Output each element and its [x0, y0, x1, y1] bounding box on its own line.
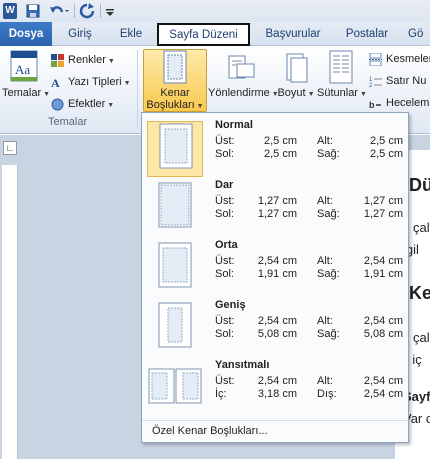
- hyphenation-icon: b: [369, 100, 381, 110]
- margin-normal-icon: [159, 123, 193, 169]
- margin-row: Üst: 2,54 cm Alt: 2,54 cm: [215, 315, 403, 327]
- columns-label: Sütunlar ▼: [317, 87, 367, 99]
- margin-row: Sol: 1,27 cm Sağ: 1,27 cm: [215, 208, 403, 220]
- margin-preview: [147, 301, 203, 357]
- line-numbers-icon: 12: [369, 77, 382, 88]
- colors-button[interactable]: Renkler ▼: [51, 51, 115, 69]
- custom-margins-item[interactable]: Özel Kenar Boşlukları...: [142, 420, 408, 442]
- margin-row: İç: 3,18 cm Dış: 2,54 cm: [215, 388, 403, 400]
- toolbar-separator: [100, 4, 101, 18]
- themes-label: Temalar ▼: [2, 87, 51, 99]
- save-icon[interactable]: [26, 3, 40, 19]
- margin-moderate-icon: [158, 242, 192, 288]
- margin-preview: [147, 361, 203, 417]
- hyphenation-button[interactable]: b Hecelem: [369, 94, 429, 112]
- svg-text:Aa: Aa: [15, 62, 30, 77]
- word-app-icon[interactable]: W: [3, 3, 17, 19]
- tab-page-layout[interactable]: Sayfa Düzeni: [157, 23, 250, 46]
- margins-label-line1: Kenar: [160, 87, 190, 99]
- vertical-ruler[interactable]: [2, 165, 18, 459]
- svg-text:b: b: [369, 100, 375, 110]
- colors-icon: [51, 53, 64, 67]
- margin-narrow-icon: [158, 182, 192, 228]
- breaks-button[interactable]: Kesmeler: [369, 50, 430, 68]
- margin-option-moderate[interactable]: Orta Üst: 2,54 cm Alt: 2,54 cm Sol: 1,91 cm S…: [144, 237, 406, 297]
- doc-heading-1: Dü: [409, 175, 430, 195]
- margins-label-line2: Boşlukları ▼: [146, 99, 204, 111]
- group-separator: [137, 50, 138, 128]
- margin-wide-icon: [158, 302, 192, 348]
- margin-row: Üst: 2,54 cm Alt: 2,54 cm: [215, 255, 403, 267]
- size-button[interactable]: Boyut ▼: [276, 50, 316, 99]
- doc-heading-2: Ke: [409, 283, 430, 303]
- columns-icon: [329, 50, 353, 84]
- tab-mailings[interactable]: Postalar: [341, 22, 393, 46]
- tab-file[interactable]: Dosya: [0, 22, 52, 46]
- customize-toolbar-icon[interactable]: [105, 3, 115, 19]
- margin-row: Sol: 1,91 cm Sağ: 1,91 cm: [215, 268, 403, 280]
- margin-row: Üst: 2,54 cm Alt: 2,54 cm: [215, 375, 403, 387]
- margin-option-mirrored[interactable]: Yansıtmalı Üst: 2,54 cm Alt: 2,54 cm İç: 3,1…: [144, 357, 406, 417]
- orientation-button[interactable]: Yönlendirme ▼: [208, 50, 279, 99]
- margin-preview: [147, 241, 203, 297]
- margin-row: Üst: 1,27 cm Alt: 1,27 cm: [215, 195, 403, 207]
- margin-preview: [147, 121, 203, 177]
- margin-option-wide[interactable]: Geniş Üst: 2,54 cm Alt: 2,54 cm Sol: 5,08 cm…: [144, 297, 406, 357]
- custom-margins-label: Özel Kenar Boşlukları...: [152, 425, 268, 437]
- margin-option-name: Normal: [215, 119, 253, 131]
- margin-option-name: Orta: [215, 239, 238, 251]
- margin-option-name: Dar: [215, 179, 234, 191]
- size-label: Boyut ▼: [277, 87, 315, 99]
- line-numbers-button[interactable]: 1 2 Satır Nu: [369, 72, 426, 90]
- margin-option-name: Yansıtmalı: [215, 359, 270, 371]
- columns-button[interactable]: Sütunlar ▼: [317, 50, 367, 99]
- effects-button[interactable]: Efektler ▼: [51, 95, 114, 113]
- margins-button-content[interactable]: Kenar Boşlukları ▼: [143, 50, 207, 111]
- svg-text:A: A: [51, 76, 60, 89]
- fonts-button[interactable]: A Yazı Tipleri ▼: [51, 73, 131, 91]
- toolbar-separator: [74, 4, 75, 18]
- size-icon: [286, 53, 308, 83]
- tab-references[interactable]: Başvurular: [258, 22, 328, 46]
- undo-icon[interactable]: [49, 3, 69, 19]
- ribbon-tabs: Dosya Giriş Ekle Sayfa Düzeni Başvurular…: [0, 22, 430, 46]
- margin-row: Üst: 2,5 cm Alt: 2,5 cm: [215, 135, 403, 147]
- tab-review[interactable]: Gö: [408, 22, 430, 46]
- margin-option-normal[interactable]: Normal Üst: 2,5 cm Alt: 2,5 cm Sol: 2,5 cm Sa…: [144, 117, 406, 177]
- margins-icon: [163, 50, 187, 84]
- fonts-icon: A: [51, 76, 60, 89]
- margin-row: Sol: 2,5 cm Sağ: 2,5 cm: [215, 148, 403, 160]
- themes-group-label: Temalar: [48, 116, 88, 128]
- doc-text: çal: [413, 220, 430, 235]
- quick-access-toolbar: W: [0, 0, 430, 22]
- margin-row: Sol: 5,08 cm Sağ: 5,08 cm: [215, 328, 403, 340]
- orientation-label: Yönlendirme ▼: [208, 87, 279, 99]
- redo-icon[interactable]: [79, 3, 95, 19]
- margin-mirrored-icon: [148, 368, 202, 404]
- tab-insert[interactable]: Ekle: [110, 22, 152, 46]
- tab-home[interactable]: Giriş: [59, 22, 101, 46]
- breaks-icon: [369, 52, 382, 66]
- effects-icon: [51, 98, 64, 111]
- orientation-icon: [228, 55, 255, 79]
- themes-icon: Aa: [10, 50, 38, 82]
- window: { "tabs": { "file": "Dosya", "home": "Gi…: [0, 0, 430, 459]
- doc-text: çal: [413, 330, 430, 345]
- margins-dropdown: Normal Üst: 2,5 cm Alt: 2,5 cm Sol: 2,5 cm Sa…: [141, 112, 409, 443]
- margin-option-name: Geniş: [215, 299, 246, 311]
- margin-option-narrow[interactable]: Dar Üst: 1,27 cm Alt: 1,27 cm Sol: 1,27 cm Sa…: [144, 177, 406, 237]
- themes-button[interactable]: Aa Temalar ▼: [2, 50, 51, 99]
- tab-selector[interactable]: ∟: [3, 141, 17, 155]
- margin-preview: [147, 181, 203, 237]
- svg-text:2: 2: [369, 83, 373, 88]
